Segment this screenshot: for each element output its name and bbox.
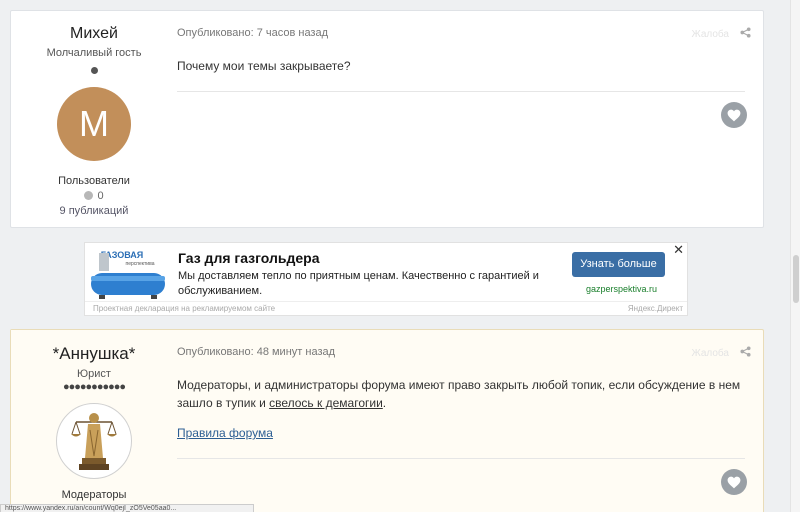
ad-text[interactable]: Мы доставляем тепло по приятным ценам. К… bbox=[178, 269, 548, 299]
author-name[interactable]: Михей bbox=[11, 25, 177, 43]
online-status-dot bbox=[90, 67, 98, 74]
like-button[interactable] bbox=[721, 469, 747, 495]
forum-rules-link[interactable]: Правила форума bbox=[177, 424, 273, 442]
author-panel: Михей Молчаливый гость М Пользователи 0 … bbox=[11, 11, 177, 227]
rank-pips: ●●●●●●●●●●● bbox=[62, 381, 126, 393]
heart-icon bbox=[727, 109, 741, 121]
status-bar-url: https://www.yandex.ru/an/count/Wq0ejI_zO… bbox=[0, 504, 254, 512]
ad-title[interactable]: Газ для газгольдера bbox=[178, 250, 320, 266]
post-body: Опубликовано: 7 часов назад Жалоба Почем… bbox=[177, 11, 763, 227]
share-icon[interactable] bbox=[740, 346, 751, 360]
post-content: Почему мои темы закрываете? bbox=[177, 59, 351, 73]
author-rank: Юрист bbox=[77, 368, 111, 380]
ad-logo-sub: перспектива bbox=[126, 261, 155, 267]
ad-learn-more-button[interactable]: Узнать больше bbox=[572, 252, 665, 277]
post-1: Михей Молчаливый гость М Пользователи 0 … bbox=[10, 10, 764, 228]
justice-statue-icon bbox=[71, 413, 117, 470]
reputation-value: 0 bbox=[97, 190, 104, 202]
content-line: Модераторы, и администраторы форума имею… bbox=[177, 378, 741, 392]
ad-footer: Проектная декларация на рекламируемом са… bbox=[85, 301, 687, 315]
ad-network[interactable]: Яндекс.Директ bbox=[628, 304, 683, 313]
author-name[interactable]: *Аннушка* bbox=[11, 344, 177, 364]
ad-disclaimer[interactable]: Проектная декларация на рекламируемом са… bbox=[93, 304, 275, 313]
ad-banner[interactable]: ГАЗОВАЯ перспектива Газ для газгольдера … bbox=[84, 242, 688, 316]
heart-icon bbox=[727, 476, 741, 488]
ad-logo[interactable]: ГАЗОВАЯ перспектива bbox=[85, 243, 171, 301]
reputation-icon bbox=[84, 191, 94, 200]
content-line: зашло в тупик и свелось к демагогии. bbox=[177, 394, 745, 412]
post-date[interactable]: Опубликовано: 7 часов назад bbox=[177, 27, 328, 39]
report-link[interactable]: Жалоба bbox=[692, 29, 729, 40]
avatar[interactable] bbox=[56, 403, 132, 479]
post-body: Опубликовано: 48 минут назад Жалоба Моде… bbox=[177, 330, 763, 512]
author-group: Пользователи bbox=[58, 175, 130, 187]
post-date[interactable]: Опубликовано: 48 минут назад bbox=[177, 346, 335, 358]
author-group: Модераторы bbox=[61, 489, 127, 501]
reputation: 0 bbox=[11, 190, 177, 202]
divider bbox=[177, 91, 745, 92]
like-button[interactable] bbox=[721, 102, 747, 128]
author-panel: *Аннушка* Юрист ●●●●●●●●●●● Модераторы bbox=[11, 330, 177, 512]
post-content: Модераторы, и администраторы форума имею… bbox=[177, 376, 745, 442]
content-text: . bbox=[382, 396, 387, 410]
avatar[interactable]: М bbox=[57, 87, 131, 161]
author-rank: Молчаливый гость bbox=[46, 47, 142, 59]
close-icon[interactable]: ✕ bbox=[673, 242, 684, 258]
report-link[interactable]: Жалоба bbox=[692, 348, 729, 359]
scrollbar-thumb[interactable] bbox=[793, 255, 799, 303]
share-icon[interactable] bbox=[740, 27, 751, 41]
underlined-text: свелось к демагогии bbox=[269, 396, 383, 410]
ad-domain[interactable]: gazperspektiva.ru bbox=[586, 284, 657, 294]
divider bbox=[177, 458, 745, 459]
content-text: зашло в тупик и bbox=[177, 396, 270, 410]
post-2: *Аннушка* Юрист ●●●●●●●●●●● Модераторы О… bbox=[10, 329, 764, 512]
post-count[interactable]: 9 публикаций bbox=[11, 205, 177, 217]
scrollbar[interactable] bbox=[790, 0, 800, 512]
